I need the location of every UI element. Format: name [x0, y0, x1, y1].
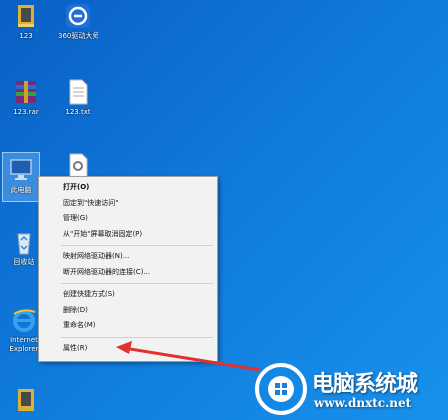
app-360-icon [64, 2, 92, 30]
desktop-icon-folder-123[interactable]: 123 [6, 2, 46, 41]
desktop-icon-txt[interactable]: 123.txt [58, 78, 98, 117]
desktop-icon-rar[interactable]: 123.rar [6, 78, 46, 117]
menu-separator [61, 283, 213, 284]
desktop-icon-computer[interactable]: 此电脑 [2, 152, 40, 202]
archive-rar-icon [12, 78, 40, 106]
menu-item[interactable]: 从"开始"屏幕取消固定(P) [39, 227, 217, 243]
watermark: 电脑系统城 www.dnxtc.net [248, 356, 448, 420]
arrow-annotation [116, 341, 261, 372]
context-menu: 打开(O) 固定到"快速访问" 管理(G) 从"开始"屏幕取消固定(P) 映射网络驱动器… [38, 176, 218, 362]
text-file-icon [64, 78, 92, 106]
desktop: 123 360驱动大师 123.rar 123.txt 此电脑 回收站 Inte… [0, 0, 448, 420]
folder-icon [12, 2, 40, 30]
menu-item[interactable]: 映射网络驱动器(N)... [39, 249, 217, 265]
computer-icon [7, 156, 35, 184]
menu-item[interactable]: 固定到"快速访问" [39, 196, 217, 212]
desktop-icon-360[interactable]: 360驱动大师 [58, 2, 98, 41]
desktop-icon-label: 360驱动大师 [58, 32, 98, 40]
ie-icon [10, 306, 38, 334]
menu-item[interactable]: 创建快捷方式(S) [39, 287, 217, 303]
desktop-icon-folder-bottom[interactable] [6, 386, 46, 414]
menu-item[interactable]: 打开(O) [39, 180, 217, 196]
desktop-icon-label: 123.txt [65, 108, 91, 116]
desktop-icon-label: 此电脑 [10, 186, 32, 194]
folder-icon [12, 386, 40, 414]
menu-item[interactable]: 删除(D) [39, 303, 217, 319]
watermark-title: 电脑系统城 [312, 372, 418, 397]
watermark-url: www.dnxtc.net [314, 396, 412, 410]
desktop-icon-label: 123.rar [13, 108, 39, 116]
menu-item[interactable]: 管理(G) [39, 211, 217, 227]
recycle-bin-icon [10, 228, 38, 256]
menu-item[interactable]: 断开网络驱动器的连接(C)... [39, 265, 217, 281]
menu-separator [61, 245, 213, 246]
menu-item[interactable]: 重命名(M) [39, 318, 217, 334]
desktop-icon-label: 123 [19, 32, 33, 40]
watermark-logo-icon [255, 363, 307, 415]
